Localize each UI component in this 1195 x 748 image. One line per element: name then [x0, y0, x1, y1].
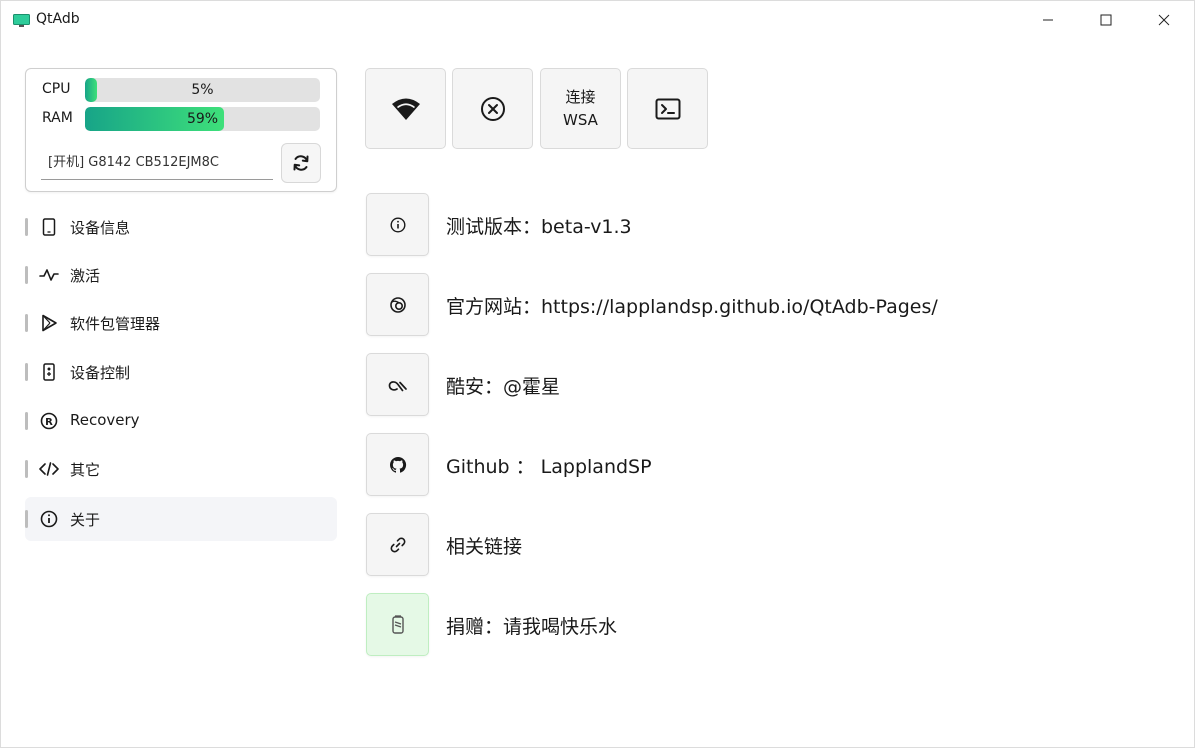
terminal-icon	[655, 98, 680, 119]
link-icon	[390, 537, 405, 552]
github-button[interactable]	[366, 433, 429, 496]
minimize-button[interactable]	[1019, 1, 1077, 39]
app-window: QtAdb CPU 5% RAM 59% [开机] G8142 CB512EJM…	[0, 0, 1195, 748]
info-icon	[39, 509, 59, 529]
nav-indicator	[25, 460, 28, 478]
version-info-button[interactable]	[366, 193, 429, 256]
github-icon	[389, 456, 406, 473]
coolapk-text: 酷安：@霍星	[446, 376, 561, 398]
cancel-circle-icon	[480, 96, 505, 121]
app-monitor-icon	[13, 13, 30, 27]
sidebar-item-label: 其它	[70, 461, 101, 479]
nav-indicator	[25, 412, 28, 430]
refresh-button[interactable]	[281, 143, 321, 183]
sidebar-item-device-info[interactable]: 设备信息	[25, 205, 337, 249]
sidebar-item-device-control[interactable]: 设备控制	[25, 350, 337, 394]
recovery-icon: R	[39, 411, 59, 431]
website-text[interactable]: 官方网站：https://lapplandsp.github.io/QtAdb-…	[446, 292, 938, 319]
ram-label: RAM	[42, 110, 73, 126]
ram-value: 59%	[186, 111, 219, 127]
cpu-label: CPU	[42, 81, 71, 97]
sidebar-item-about[interactable]: 关于	[25, 497, 337, 541]
donate-text: 捐赠：请我喝快乐水	[446, 616, 618, 638]
donate-button[interactable]	[366, 593, 429, 656]
browser-icon	[389, 296, 406, 313]
version-text: 测试版本：beta-v1.3	[446, 216, 632, 238]
disconnect-button[interactable]	[452, 68, 533, 149]
coolapk-icon	[388, 380, 407, 391]
window-title: QtAdb	[36, 11, 80, 27]
maximize-button[interactable]	[1077, 1, 1135, 39]
remote-icon	[39, 362, 59, 382]
nav-indicator	[25, 363, 28, 381]
title-bar[interactable]: QtAdb	[1, 1, 1194, 41]
nav-indicator	[25, 218, 28, 236]
cpu-value: 5%	[191, 82, 214, 98]
soda-can-icon	[391, 614, 404, 634]
maximize-icon	[1100, 14, 1112, 26]
connect-wsa-label-line2: WSA	[563, 110, 598, 129]
sidebar-item-label: 设备控制	[70, 364, 131, 382]
ram-meter: 59%	[85, 107, 320, 131]
sidebar-item-label: 激活	[70, 267, 101, 285]
sidebar-item-label: Recovery	[70, 411, 140, 429]
coolapk-button[interactable]	[366, 353, 429, 416]
related-links-text: 相关链接	[446, 536, 523, 558]
nav-indicator	[25, 510, 28, 528]
connect-wsa-label-line1: 连接	[565, 87, 596, 106]
close-button[interactable]	[1135, 1, 1193, 39]
website-button[interactable]	[366, 273, 429, 336]
connect-wsa-button[interactable]: 连接 WSA	[540, 68, 621, 149]
minimize-icon	[1043, 19, 1053, 21]
sidebar-item-label: 设备信息	[70, 219, 131, 237]
wifi-connect-button[interactable]	[365, 68, 446, 149]
github-text: Github ： LapplandSP	[446, 456, 652, 478]
play-icon	[39, 313, 59, 333]
status-panel: CPU 5% RAM 59% [开机] G8142 CB512EJM8C	[25, 68, 337, 192]
code-icon	[39, 459, 59, 479]
nav-indicator	[25, 314, 28, 332]
sidebar-item-activate[interactable]: 激活	[25, 253, 337, 297]
terminal-button[interactable]	[627, 68, 708, 149]
svg-text:R: R	[45, 417, 53, 428]
sidebar-item-label: 关于	[70, 511, 101, 529]
sidebar-item-label: 软件包管理器	[70, 315, 161, 333]
refresh-icon	[293, 155, 309, 171]
phone-icon	[39, 217, 59, 237]
related-links-button[interactable]	[366, 513, 429, 576]
info-icon	[389, 216, 406, 233]
pulse-icon	[39, 265, 59, 285]
wifi-icon	[391, 98, 420, 120]
sidebar-item-package-manager[interactable]: 软件包管理器	[25, 301, 337, 345]
device-selector[interactable]: [开机] G8142 CB512EJM8C	[41, 149, 273, 180]
sidebar-item-recovery[interactable]: R Recovery	[25, 399, 337, 443]
cpu-meter: 5%	[85, 78, 320, 102]
close-icon	[1158, 14, 1170, 26]
sidebar-item-other[interactable]: 其它	[25, 447, 337, 491]
nav-indicator	[25, 266, 28, 284]
